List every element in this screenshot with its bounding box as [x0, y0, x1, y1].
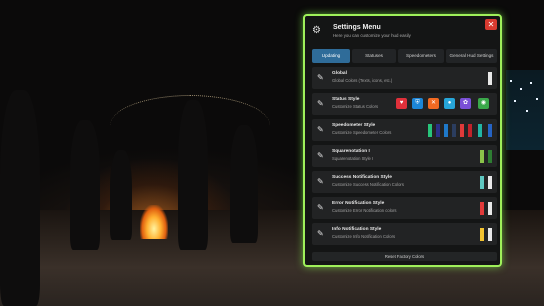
pencil-icon: ✎: [317, 203, 324, 212]
settings-row-status-style[interactable]: ✎ Status Style Customize Status Colors ♥…: [312, 93, 497, 115]
drop-icon[interactable]: ●: [444, 98, 455, 109]
pencil-icon: ✎: [317, 229, 324, 238]
row-description: Customize Status Colors: [332, 104, 379, 109]
city-lights: [506, 70, 544, 150]
color-swatch[interactable]: [460, 124, 464, 137]
fork-knife-icon[interactable]: ✕: [428, 98, 439, 109]
pencil-icon: ✎: [317, 151, 324, 160]
pencil-icon: ✎: [317, 73, 324, 82]
row-description: Customize Info Notification Colors: [332, 234, 396, 239]
color-swatch[interactable]: [480, 150, 484, 163]
person-silhouette: [0, 90, 40, 306]
tab-speedometers[interactable]: Speedometers: [398, 49, 444, 63]
reset-factory-colors-button[interactable]: Reset Factory Colors: [312, 252, 497, 261]
color-swatch[interactable]: [488, 72, 492, 85]
row-name: Global: [332, 71, 347, 76]
color-swatch[interactable]: [488, 176, 492, 189]
panel-subtitle: Here you can customize your hud easily: [333, 33, 411, 38]
panel-title: Settings Menu: [333, 24, 381, 31]
lung-icon[interactable]: ◉: [478, 98, 489, 109]
pencil-icon: ✎: [317, 125, 324, 134]
tab-general-hud-settings[interactable]: General Hud Settings: [446, 49, 497, 63]
row-name: Squarenotation I: [332, 149, 370, 154]
person-silhouette: [178, 100, 208, 250]
row-description: Customize Speedometer Colors: [332, 130, 392, 135]
shield-icon[interactable]: ⛨: [412, 98, 423, 109]
person-silhouette: [230, 125, 258, 243]
row-name: Speedometer Style: [332, 123, 376, 128]
color-swatch[interactable]: [452, 124, 456, 137]
color-swatch[interactable]: [480, 228, 484, 241]
color-swatch[interactable]: [436, 124, 440, 137]
settings-row-squarenotation[interactable]: ✎ Squarenotation I Squarenotation Style …: [312, 145, 497, 167]
color-swatch[interactable]: [488, 202, 492, 215]
color-swatch[interactable]: [444, 124, 448, 137]
pencil-icon: ✎: [317, 99, 324, 108]
row-name: Error Notification Style: [332, 201, 385, 206]
row-description: Global Colors (Texts, icons, etc.): [332, 78, 393, 83]
panel-header: ⚙ Settings Menu Here you can customize y…: [305, 16, 500, 46]
row-description: Customize Success Notification Colors: [332, 182, 404, 187]
settings-row-error-notification[interactable]: ✎ Error Notification Style Customize Err…: [312, 197, 497, 219]
color-swatch[interactable]: [488, 124, 492, 137]
brain-icon[interactable]: ✿: [460, 98, 471, 109]
color-swatch[interactable]: [478, 124, 482, 137]
settings-row-global[interactable]: ✎ Global Global Colors (Texts, icons, et…: [312, 67, 497, 89]
row-name: Info Notification Style: [332, 227, 382, 232]
close-button[interactable]: ✕: [485, 19, 497, 30]
row-description: Customize Error Notification colors: [332, 208, 397, 213]
color-swatch[interactable]: [488, 228, 492, 241]
tab-bar: Updating Statuses Speedometers General H…: [312, 49, 497, 63]
color-swatch[interactable]: [480, 202, 484, 215]
settings-row-success-notification[interactable]: ✎ Success Notification Style Customize S…: [312, 171, 497, 193]
color-swatch[interactable]: [468, 124, 472, 137]
person-silhouette: [110, 150, 132, 240]
campfire: [140, 205, 168, 239]
heart-icon[interactable]: ♥: [396, 98, 407, 109]
row-name: Status Style: [332, 97, 360, 102]
tab-statuses[interactable]: Statuses: [352, 49, 396, 63]
settings-row-speedometer-style[interactable]: ✎ Speedometer Style Customize Speedomete…: [312, 119, 497, 141]
color-swatch[interactable]: [488, 150, 492, 163]
row-description: Squarenotation Style I: [332, 156, 374, 161]
pencil-icon: ✎: [317, 177, 324, 186]
color-swatch[interactable]: [428, 124, 432, 137]
settings-row-info-notification[interactable]: ✎ Info Notification Style Customize Info…: [312, 223, 497, 245]
person-silhouette: [70, 120, 100, 250]
color-swatch[interactable]: [480, 176, 484, 189]
row-name: Success Notification Style: [332, 175, 392, 180]
settings-menu-panel: ⚙ Settings Menu Here you can customize y…: [303, 14, 502, 267]
gear-icon: ⚙: [312, 25, 321, 36]
tab-updating[interactable]: Updating: [312, 49, 350, 63]
